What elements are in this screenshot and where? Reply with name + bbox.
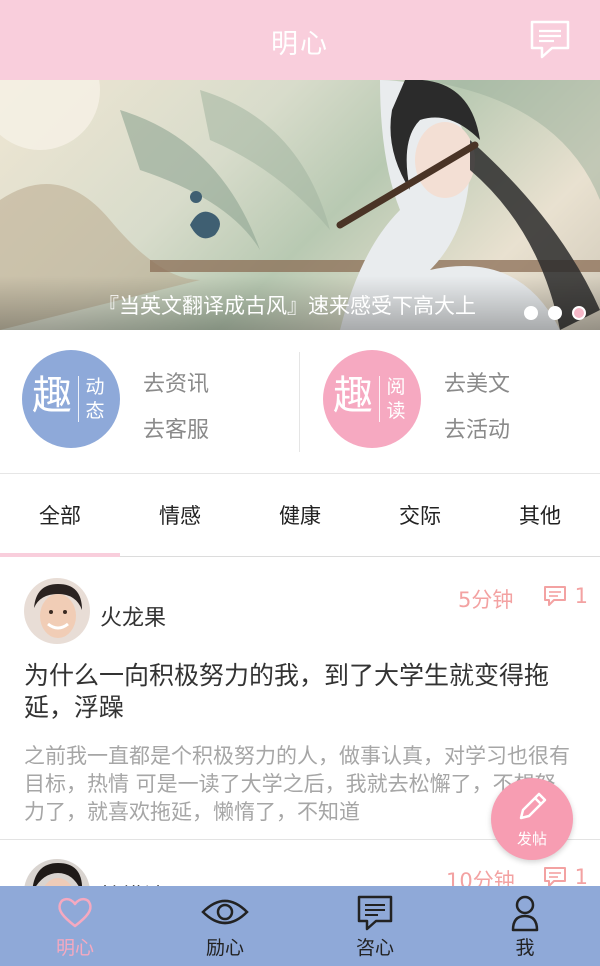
author-name[interactable]: 火龙果	[100, 600, 166, 632]
message-icon	[530, 20, 570, 59]
nav-lixin[interactable]: 励心	[150, 886, 300, 966]
new-post-label: 发帖	[516, 830, 547, 848]
link-events[interactable]: 去活动	[444, 412, 510, 444]
heart-icon	[58, 897, 92, 928]
post-time: 5分钟	[458, 588, 514, 612]
quick-entries: 趣 动 态 去资讯 去客服 趣 阅 读 去美文 去活动	[0, 330, 600, 474]
bottom-nav: 明心 励心 咨心 我	[0, 886, 600, 966]
new-post-button[interactable]: 发帖	[491, 778, 573, 860]
message-button[interactable]	[528, 18, 572, 62]
eye-icon	[201, 899, 249, 925]
post-title[interactable]: 为什么一向积极努力的我，到了大学生就变得拖延，浮躁	[24, 660, 576, 724]
carousel-dot-active[interactable]	[572, 306, 586, 320]
banner-caption: 『当英文翻译成古风』速来感受下高大上	[98, 294, 476, 318]
link-customer-service[interactable]: 去客服	[143, 412, 209, 444]
avatar[interactable]	[24, 578, 90, 644]
nav-me[interactable]: 我	[450, 886, 600, 966]
category-tabs: 全部 情感 健康 交际 其他	[0, 475, 600, 557]
app-header: 明心	[0, 0, 600, 80]
chat-icon	[357, 895, 393, 931]
page-title: 明心	[271, 29, 329, 60]
tab-other[interactable]: 其他	[480, 475, 600, 557]
comment-icon	[543, 586, 566, 606]
person-icon	[511, 895, 539, 932]
nav-mingxin[interactable]: 明心	[0, 886, 150, 966]
carousel-dot[interactable]	[548, 306, 562, 320]
comment-icon	[543, 867, 566, 887]
avatar-image	[24, 578, 90, 644]
reading-circle-badge[interactable]: 趣 阅 读	[323, 350, 421, 448]
carousel-dot[interactable]	[524, 306, 538, 320]
pencil-icon	[519, 792, 547, 820]
dynamic-circle-badge[interactable]: 趣 动 态	[22, 350, 120, 448]
tab-all[interactable]: 全部	[0, 475, 120, 557]
nav-zixin[interactable]: 咨心	[300, 886, 450, 966]
tab-health[interactable]: 健康	[240, 475, 360, 557]
tab-social[interactable]: 交际	[360, 475, 480, 557]
comment-count[interactable]: 1	[543, 584, 588, 608]
link-news[interactable]: 去资讯	[143, 366, 209, 398]
link-articles[interactable]: 去美文	[444, 366, 510, 398]
carousel-indicator	[524, 306, 586, 320]
banner-carousel[interactable]: 『当英文翻译成古风』速来感受下高大上	[0, 80, 600, 330]
tab-emotion[interactable]: 情感	[120, 475, 240, 557]
divider	[299, 352, 300, 452]
